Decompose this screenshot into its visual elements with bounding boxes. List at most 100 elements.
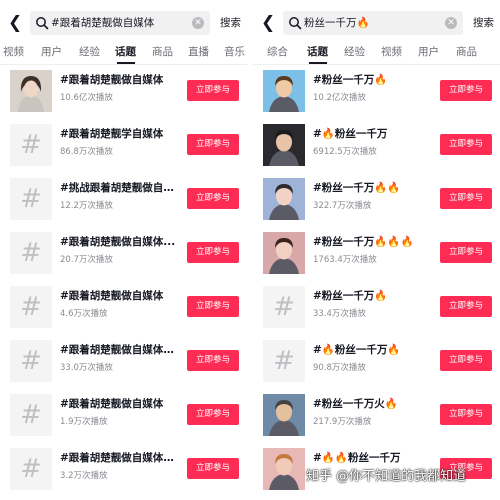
topic-row[interactable]: # #🔥粉丝一千万🔥 90.8万次播放 立即参与	[253, 340, 500, 392]
topic-row[interactable]: # #跟着胡楚靓做自媒体 1.9万次播放 立即参与	[0, 394, 247, 446]
tab-4[interactable]: 商品	[152, 45, 173, 59]
tab-0[interactable]: 视频	[3, 45, 24, 59]
topic-row[interactable]: # #跟着胡楚靓做自媒体 4.6万次播放 立即参与	[0, 286, 247, 338]
topic-row[interactable]: # #粉丝一千万🔥 33.4万次播放 立即参与	[253, 286, 500, 338]
join-button[interactable]: 立即参与	[187, 134, 239, 155]
play-count: 4.6万次播放	[60, 309, 108, 319]
tab-3[interactable]: 话题	[115, 45, 136, 59]
join-button[interactable]: 立即参与	[440, 188, 492, 209]
search-query: #跟着胡楚靓做自媒体	[51, 17, 155, 29]
topic-row[interactable]: #粉丝一千万🔥🔥🔥 1763.4万次播放 立即参与	[253, 232, 500, 284]
topic-row[interactable]: # #挑战跟着胡楚靓做自媒... 12.2万次播放 立即参与	[0, 178, 247, 230]
topic-row[interactable]: #跟着胡楚靓做自媒体 10.6亿次播放 立即参与	[0, 70, 247, 122]
topic-title: #粉丝一千万🔥	[313, 74, 388, 86]
tab-6[interactable]: 音乐	[224, 45, 245, 59]
tab-bar: 视频 用户 经验 话题 商品 直播 音乐	[0, 42, 247, 64]
search-button[interactable]: 搜索	[220, 16, 241, 30]
topic-row[interactable]: # #跟着胡楚靓学自媒体 86.8万次播放 立即参与	[0, 124, 247, 176]
topic-photo	[263, 124, 305, 166]
topic-row[interactable]: # #跟着胡楚靓做自媒体... 20.7万次播放 立即参与	[0, 232, 247, 284]
topic-row[interactable]: #粉丝一千万🔥🔥 322.7万次播放 立即参与	[253, 178, 500, 230]
topic-row[interactable]: # #跟着胡楚靓做自媒体第... 33.0万次播放 立即参与	[0, 340, 247, 392]
tab-divider	[253, 64, 500, 65]
join-button[interactable]: 立即参与	[440, 350, 492, 371]
hashtag-icon: #	[20, 346, 42, 376]
topic-thumbnail	[263, 124, 305, 166]
topic-photo	[263, 394, 305, 436]
left-screenshot: ❮ #跟着胡楚靓做自媒体 ✕ 搜索 视频 用户 经验 话题 商品 直播 音乐 #跟着胡楚靓做…	[0, 0, 247, 500]
join-button[interactable]: 立即参与	[440, 242, 492, 263]
topic-thumbnail	[263, 448, 305, 490]
search-bar: ❮ 粉丝一千万🔥 ✕ 搜索	[253, 8, 500, 38]
play-count: 33.4万次播放	[313, 309, 366, 319]
back-arrow-icon[interactable]: ❮	[8, 14, 24, 32]
clear-icon[interactable]: ✕	[192, 17, 204, 29]
topic-thumbnail: #	[10, 394, 52, 436]
topic-thumbnail: #	[10, 178, 52, 220]
join-button[interactable]: 立即参与	[440, 80, 492, 101]
join-button[interactable]: 立即参与	[187, 404, 239, 425]
join-button[interactable]: 立即参与	[440, 134, 492, 155]
topic-thumbnail: #	[10, 286, 52, 328]
topic-photo	[263, 70, 305, 112]
join-button[interactable]: 立即参与	[187, 188, 239, 209]
tab-4[interactable]: 用户	[418, 45, 439, 59]
play-count: 10.2亿次播放	[313, 93, 366, 103]
topic-thumbnail	[10, 70, 52, 112]
hashtag-icon: #	[20, 184, 42, 214]
topic-title: #粉丝一千万🔥🔥🔥	[313, 236, 414, 248]
topic-thumbnail	[263, 394, 305, 436]
search-input[interactable]: #跟着胡楚靓做自媒体 ✕	[30, 11, 210, 35]
search-query: 粉丝一千万🔥	[304, 17, 370, 29]
join-button[interactable]: 立即参与	[187, 80, 239, 101]
topic-title: #跟着胡楚靓做自媒体...	[60, 236, 176, 248]
avatar	[10, 70, 52, 112]
topic-photo	[263, 178, 305, 220]
search-bar: ❮ #跟着胡楚靓做自媒体 ✕ 搜索	[0, 8, 247, 38]
join-button[interactable]: 立即参与	[440, 404, 492, 425]
topic-thumbnail	[263, 178, 305, 220]
topic-thumbnail: #	[263, 286, 305, 328]
tab-1[interactable]: 话题	[307, 45, 328, 59]
search-button[interactable]: 搜索	[473, 16, 494, 30]
join-button[interactable]: 立即参与	[187, 350, 239, 371]
join-button[interactable]: 立即参与	[187, 458, 239, 479]
hashtag-icon: #	[20, 130, 42, 160]
topic-title: #跟着胡楚靓做自媒体第...	[60, 344, 178, 356]
join-button[interactable]: 立即参与	[187, 242, 239, 263]
tab-0[interactable]: 综合	[267, 45, 288, 59]
topic-title: #跟着胡楚靓做自媒体	[60, 398, 164, 410]
play-count: 33.0万次播放	[60, 363, 113, 373]
join-button[interactable]: 立即参与	[440, 296, 492, 317]
search-icon	[36, 17, 49, 30]
topic-row[interactable]: #🔥粉丝一千万 6912.5万次播放 立即参与	[253, 124, 500, 176]
topic-row[interactable]: #粉丝一千万🔥 10.2亿次播放 立即参与	[253, 70, 500, 122]
topic-thumbnail: #	[10, 124, 52, 166]
hashtag-icon: #	[20, 238, 42, 268]
tab-bar: 综合 话题 经验 视频 用户 商品	[253, 42, 500, 64]
topic-row[interactable]: # #跟着胡楚靓做自媒体话... 3.2万次播放 立即参与	[0, 448, 247, 500]
topic-photo	[263, 232, 305, 274]
hashtag-icon: #	[20, 400, 42, 430]
search-input[interactable]: 粉丝一千万🔥 ✕	[283, 11, 463, 35]
play-count: 90.8万次播放	[313, 363, 366, 373]
topic-thumbnail: #	[263, 340, 305, 382]
play-count: 1763.4万次播放	[313, 255, 377, 265]
tab-1[interactable]: 用户	[41, 45, 62, 59]
tab-2[interactable]: 经验	[344, 45, 365, 59]
topic-row[interactable]: #粉丝一千万火🔥 217.9万次播放 立即参与	[253, 394, 500, 446]
tab-2[interactable]: 经验	[79, 45, 100, 59]
tab-3[interactable]: 视频	[381, 45, 402, 59]
play-count: 1.9万次播放	[60, 417, 108, 427]
hashtag-icon: #	[273, 346, 295, 376]
play-count: 217.9万次播放	[313, 417, 372, 427]
back-arrow-icon[interactable]: ❮	[261, 14, 277, 32]
join-button[interactable]: 立即参与	[187, 296, 239, 317]
topic-title: #🔥🔥粉丝一千万	[313, 452, 401, 464]
topic-thumbnail: #	[10, 232, 52, 274]
watermark: 知乎 @你不知道的我都知道	[306, 469, 467, 484]
tab-5[interactable]: 商品	[456, 45, 477, 59]
clear-icon[interactable]: ✕	[445, 17, 457, 29]
topic-thumbnail: #	[10, 340, 52, 382]
tab-5[interactable]: 直播	[188, 45, 209, 59]
